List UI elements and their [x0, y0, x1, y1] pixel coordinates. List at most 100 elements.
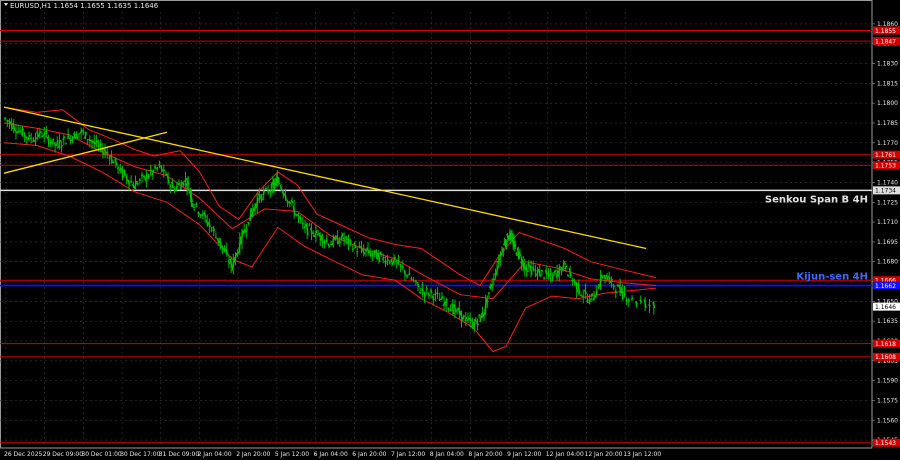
candle-body [216, 237, 220, 244]
candle-body [581, 295, 585, 298]
candle-body [229, 258, 233, 269]
time-tick-label: 7 Jan 12:00 [391, 451, 425, 458]
candle-body [510, 235, 514, 239]
candle-body [555, 270, 559, 279]
level-badge-label: 1.1855 [875, 28, 896, 35]
price-tick-label: 1.1830 [877, 61, 898, 68]
candle-body [88, 138, 92, 142]
price-chart[interactable]: 1.18601.18451.18301.18151.18001.17851.17… [0, 0, 900, 460]
candle-body [60, 144, 64, 149]
candle-body [420, 287, 424, 292]
candle-body [497, 260, 501, 264]
candle-body [431, 295, 435, 301]
candle-body [549, 272, 553, 277]
candle-body [451, 303, 455, 315]
candle-body [40, 135, 44, 138]
candle-body [27, 134, 31, 141]
candle-body [634, 301, 638, 306]
level-badge-label: 1.1543 [875, 440, 896, 447]
candle-body [476, 322, 479, 326]
candle-body [403, 270, 407, 276]
candle-body [340, 233, 344, 240]
candle-body [396, 260, 400, 265]
candle-body [62, 135, 66, 141]
ichimoku-lower-line [3, 142, 657, 353]
level-badge-label: 1.1847 [875, 38, 896, 45]
candle-body [588, 298, 592, 304]
candle-body [308, 223, 311, 227]
candle-body [592, 295, 596, 301]
price-tick-label: 1.1725 [877, 199, 898, 206]
candle-body [288, 200, 292, 204]
candle-body [547, 273, 550, 277]
candle-body [199, 214, 202, 217]
time-tick-label: 12 Jan 04:00 [546, 451, 584, 458]
candle-body [12, 122, 16, 131]
candle-body [568, 267, 572, 277]
price-tick-label: 1.1770 [877, 140, 898, 147]
candle-body [83, 131, 88, 139]
chart-window[interactable]: 1.18601.18451.18301.18151.18001.17851.17… [0, 0, 900, 460]
candle-body [468, 317, 472, 322]
candle-body [327, 243, 331, 248]
candle-body [368, 250, 372, 257]
candle-body [51, 138, 55, 145]
level-badge-label: 1.1753 [875, 163, 896, 170]
candle-body [70, 136, 75, 142]
candle-body [643, 299, 647, 309]
candle-body [131, 183, 135, 189]
candle-body [129, 180, 133, 183]
level-badge-label: 1.1608 [875, 354, 896, 361]
candle-body [23, 132, 27, 138]
candle-body [407, 272, 411, 276]
candle-body [531, 266, 535, 271]
price-tick-label: 1.1575 [877, 397, 898, 404]
candle-body [29, 137, 33, 140]
candle-body [225, 248, 229, 256]
candle-body [438, 298, 442, 302]
candle-body [6, 119, 9, 122]
senkou-span-b-label: Senkou Span B 4H [765, 194, 868, 205]
candle-body [158, 163, 161, 166]
price-tick-label: 1.1560 [877, 417, 898, 424]
candle-body [203, 212, 207, 218]
candle-body [484, 300, 488, 312]
candle-body [609, 278, 613, 284]
candle-body [455, 308, 459, 312]
candle-body [127, 180, 131, 186]
candle-body [275, 177, 278, 181]
candle-body [103, 148, 107, 154]
time-tick-label: 8 Jan 04:00 [430, 451, 464, 458]
candle-body [607, 275, 611, 280]
chevron-down-icon[interactable] [4, 3, 8, 6]
candle-body [557, 266, 561, 277]
candle-body [277, 179, 281, 185]
candle-body [86, 138, 89, 141]
trendline-1[interactable] [3, 106, 647, 250]
candle-body [299, 216, 303, 220]
candle-body [140, 173, 144, 177]
candle-body [136, 182, 139, 185]
candle-body [399, 263, 403, 267]
candle-body [123, 169, 127, 176]
candle-body [144, 173, 148, 182]
price-tick-label: 1.1710 [877, 219, 898, 226]
candle-body [381, 256, 385, 261]
candle-body [412, 279, 415, 282]
level-badge-label: 1.1662 [875, 283, 896, 290]
candle-body [525, 266, 529, 273]
candle-body [427, 292, 431, 297]
candle-body [388, 261, 391, 264]
candle-body [492, 278, 496, 281]
candle-body [294, 213, 298, 217]
candle-body [138, 178, 142, 182]
time-tick-label: 5 Jan 12:00 [275, 451, 309, 458]
candle-body [205, 219, 209, 226]
candle-body [639, 299, 643, 304]
candle-body [386, 258, 390, 263]
time-tick-label: 2 Jan 20:00 [236, 451, 270, 458]
candle-body [259, 194, 264, 201]
candle-body [325, 239, 329, 243]
time-tick-label: 6 Jan 20:00 [352, 451, 386, 458]
candle-body [523, 262, 527, 271]
